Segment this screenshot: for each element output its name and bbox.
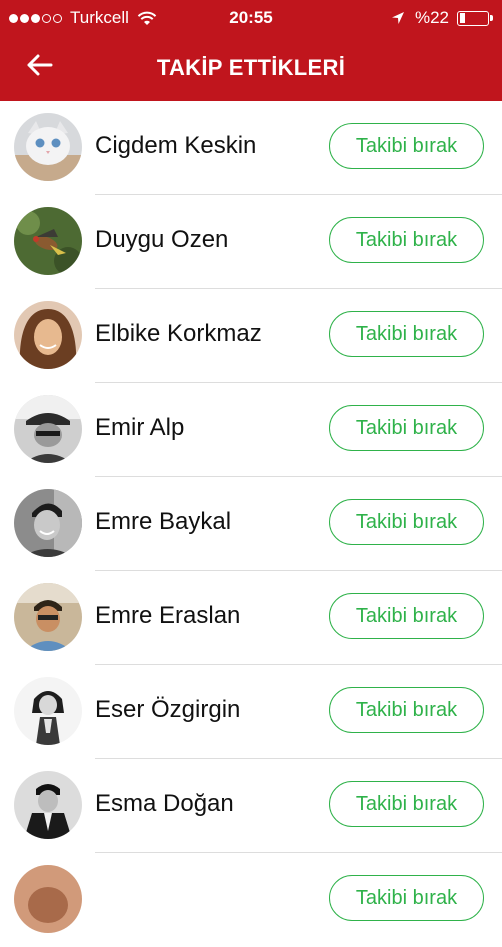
following-list: Cigdem Keskin Takibi bırak Duygu Ozen Ta…: [0, 101, 502, 947]
user-name[interactable]: Eser Özgirgin: [95, 696, 240, 724]
status-right: %22: [391, 8, 493, 28]
list-item: Eser Özgirgin Takibi bırak: [0, 665, 502, 759]
unfollow-button[interactable]: Takibi bırak: [329, 499, 484, 545]
unfollow-button[interactable]: Takibi bırak: [329, 687, 484, 733]
battery-icon: [457, 10, 493, 26]
avatar[interactable]: [14, 207, 82, 275]
battery-percent: %22: [414, 8, 449, 27]
unfollow-button[interactable]: Takibi bırak: [329, 875, 484, 921]
avatar[interactable]: [14, 865, 82, 933]
list-item: Takibi bırak: [0, 853, 502, 947]
list-item: Emir Alp Takibi bırak: [0, 383, 502, 477]
user-name[interactable]: Emir Alp: [95, 414, 184, 442]
header: Turkcell 20:55 %22 TAKİP ETTİKLERİ: [0, 0, 502, 101]
avatar[interactable]: [14, 301, 82, 369]
status-bar: Turkcell 20:55 %22: [0, 0, 502, 36]
unfollow-button[interactable]: Takibi bırak: [329, 123, 484, 169]
user-name[interactable]: Emre Baykal: [95, 508, 231, 536]
unfollow-button[interactable]: Takibi bırak: [329, 593, 484, 639]
unfollow-button[interactable]: Takibi bırak: [329, 217, 484, 263]
list-item: Elbike Korkmaz Takibi bırak: [0, 289, 502, 383]
list-item: Esma Doğan Takibi bırak: [0, 759, 502, 853]
avatar[interactable]: [14, 677, 82, 745]
unfollow-button[interactable]: Takibi bırak: [329, 781, 484, 827]
avatar[interactable]: [14, 489, 82, 557]
location-arrow-icon: [391, 12, 404, 24]
list-item: Emre Baykal Takibi bırak: [0, 477, 502, 571]
list-item: Duygu Ozen Takibi bırak: [0, 195, 502, 289]
user-name[interactable]: Elbike Korkmaz: [95, 320, 262, 348]
user-name[interactable]: Cigdem Keskin: [95, 132, 256, 160]
page-title: TAKİP ETTİKLERİ: [156, 55, 346, 80]
list-item: Emre Eraslan Takibi bırak: [0, 571, 502, 665]
avatar[interactable]: [14, 583, 82, 651]
user-name[interactable]: Emre Eraslan: [95, 602, 240, 630]
list-item: Cigdem Keskin Takibi bırak: [0, 101, 502, 195]
avatar[interactable]: [14, 771, 82, 839]
avatar[interactable]: [14, 395, 82, 463]
unfollow-button[interactable]: Takibi bırak: [329, 311, 484, 357]
unfollow-button[interactable]: Takibi bırak: [329, 405, 484, 451]
avatar[interactable]: [14, 113, 82, 181]
user-name[interactable]: Duygu Ozen: [95, 226, 228, 254]
user-name[interactable]: Esma Doğan: [95, 790, 234, 818]
